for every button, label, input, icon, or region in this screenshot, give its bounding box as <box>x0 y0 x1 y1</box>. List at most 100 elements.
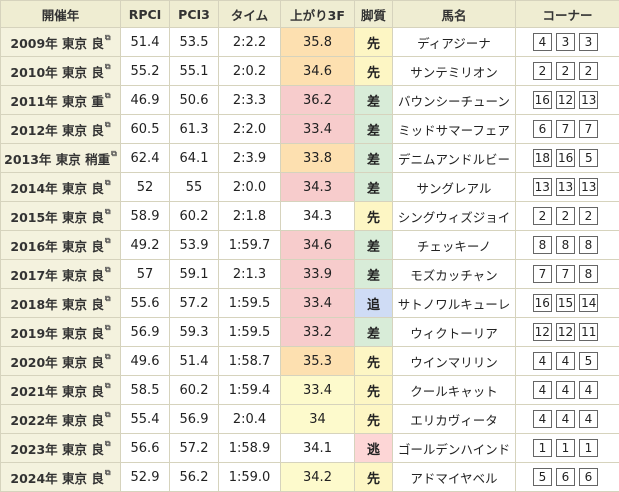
year-label[interactable]: 2020年 東京 良 <box>10 355 104 370</box>
corner-position-2: 15 <box>556 294 575 312</box>
time-cell: 1:59.4 <box>219 376 281 405</box>
external-link-icon[interactable]: ⧉ <box>105 178 111 187</box>
pci3-cell: 55 <box>170 173 219 202</box>
rpci-cell: 58.9 <box>121 202 170 231</box>
running-style-cell: 先 <box>355 57 393 86</box>
header-horse-name[interactable]: 馬名 <box>393 1 516 28</box>
external-link-icon[interactable]: ⧉ <box>105 468 111 477</box>
external-link-icon[interactable]: ⧉ <box>105 323 111 332</box>
external-link-icon[interactable]: ⧉ <box>105 265 111 274</box>
table-row: 2014年 東京 良⧉ 52 55 2:0.0 34.3 差 サングレアル 13… <box>1 173 619 202</box>
year-cell[interactable]: 2015年 東京 良⧉ <box>1 202 121 231</box>
year-cell[interactable]: 2016年 東京 良⧉ <box>1 231 121 260</box>
header-running-style[interactable]: 脚質 <box>355 1 393 28</box>
external-link-icon[interactable]: ⧉ <box>105 439 111 448</box>
header-agari[interactable]: 上がり3F <box>281 1 355 28</box>
year-cell[interactable]: 2022年 東京 良⧉ <box>1 405 121 434</box>
header-time[interactable]: タイム <box>219 1 281 28</box>
agari-cell: 33.9 <box>281 260 355 289</box>
header-rpci[interactable]: RPCI <box>121 1 170 28</box>
external-link-icon[interactable]: ⧉ <box>105 91 111 100</box>
year-label[interactable]: 2009年 東京 良 <box>10 36 104 51</box>
agari-cell: 34.3 <box>281 202 355 231</box>
corner-cell: 161514 <box>516 289 619 318</box>
pci3-cell: 64.1 <box>170 144 219 173</box>
year-cell[interactable]: 2018年 東京 良⧉ <box>1 289 121 318</box>
year-cell[interactable]: 2017年 東京 良⧉ <box>1 260 121 289</box>
agari-cell: 34.6 <box>281 231 355 260</box>
header-year[interactable]: 開催年 <box>1 1 121 28</box>
corner-position-2: 2 <box>556 207 575 225</box>
running-style-cell: 先 <box>355 405 393 434</box>
corner-position-1: 12 <box>533 323 552 341</box>
external-link-icon[interactable]: ⧉ <box>105 33 111 42</box>
year-label[interactable]: 2024年 東京 良 <box>10 471 104 486</box>
corner-position-3: 11 <box>579 323 598 341</box>
corner-cell: 566 <box>516 463 619 492</box>
corner-cell: 111 <box>516 434 619 463</box>
external-link-icon[interactable]: ⧉ <box>105 410 111 419</box>
rpci-cell: 51.4 <box>121 28 170 57</box>
table-row: 2013年 東京 稍重⧉ 62.4 64.1 2:3.9 33.8 差 デニムア… <box>1 144 619 173</box>
header-pci3[interactable]: PCI3 <box>170 1 219 28</box>
corner-position-2: 4 <box>556 381 575 399</box>
year-cell[interactable]: 2010年 東京 良⧉ <box>1 57 121 86</box>
table-row: 2012年 東京 良⧉ 60.5 61.3 2:2.0 33.4 差 ミッドサマ… <box>1 115 619 144</box>
external-link-icon[interactable]: ⧉ <box>111 149 117 158</box>
rpci-cell: 55.6 <box>121 289 170 318</box>
year-label[interactable]: 2012年 東京 良 <box>10 123 104 138</box>
year-cell[interactable]: 2014年 東京 良⧉ <box>1 173 121 202</box>
year-cell[interactable]: 2013年 東京 稍重⧉ <box>1 144 121 173</box>
year-cell[interactable]: 2024年 東京 良⧉ <box>1 463 121 492</box>
year-label[interactable]: 2019年 東京 良 <box>10 326 104 341</box>
external-link-icon[interactable]: ⧉ <box>105 236 111 245</box>
year-label[interactable]: 2014年 東京 良 <box>10 181 104 196</box>
table-row: 2018年 東京 良⧉ 55.6 57.2 1:59.5 33.4 追 サトノワ… <box>1 289 619 318</box>
external-link-icon[interactable]: ⧉ <box>105 381 111 390</box>
corner-position-1: 2 <box>533 207 552 225</box>
external-link-icon[interactable]: ⧉ <box>105 207 111 216</box>
agari-cell: 34.6 <box>281 57 355 86</box>
year-label[interactable]: 2010年 東京 良 <box>10 65 104 80</box>
time-cell: 2:0.0 <box>219 173 281 202</box>
corner-cell: 222 <box>516 57 619 86</box>
running-style-cell: 先 <box>355 202 393 231</box>
year-cell[interactable]: 2012年 東京 良⧉ <box>1 115 121 144</box>
year-cell[interactable]: 2019年 東京 良⧉ <box>1 318 121 347</box>
header-corner[interactable]: コーナー <box>516 1 619 28</box>
year-label[interactable]: 2021年 東京 良 <box>10 384 104 399</box>
corner-position-2: 16 <box>556 149 575 167</box>
external-link-icon[interactable]: ⧉ <box>105 352 111 361</box>
pci3-cell: 56.9 <box>170 405 219 434</box>
year-label[interactable]: 2015年 東京 良 <box>10 210 104 225</box>
table-row: 2024年 東京 良⧉ 52.9 56.2 1:59.0 34.2 先 アドマイ… <box>1 463 619 492</box>
running-style-cell: 先 <box>355 28 393 57</box>
year-label[interactable]: 2018年 東京 良 <box>10 297 104 312</box>
rpci-cell: 62.4 <box>121 144 170 173</box>
corner-position-2: 1 <box>556 439 575 457</box>
year-label[interactable]: 2017年 東京 良 <box>10 268 104 283</box>
corner-position-3: 5 <box>579 352 598 370</box>
external-link-icon[interactable]: ⧉ <box>105 120 111 129</box>
year-cell[interactable]: 2020年 東京 良⧉ <box>1 347 121 376</box>
pci3-cell: 56.2 <box>170 463 219 492</box>
year-label[interactable]: 2011年 東京 重 <box>10 94 104 109</box>
year-cell[interactable]: 2009年 東京 良⧉ <box>1 28 121 57</box>
corner-position-2: 12 <box>556 91 575 109</box>
time-cell: 2:3.9 <box>219 144 281 173</box>
corner-cell: 778 <box>516 260 619 289</box>
external-link-icon[interactable]: ⧉ <box>105 294 111 303</box>
running-style-cell: 追 <box>355 289 393 318</box>
year-cell[interactable]: 2011年 東京 重⧉ <box>1 86 121 115</box>
external-link-icon[interactable]: ⧉ <box>105 62 111 71</box>
year-cell[interactable]: 2021年 東京 良⧉ <box>1 376 121 405</box>
year-label[interactable]: 2022年 東京 良 <box>10 413 104 428</box>
corner-position-1: 16 <box>533 91 552 109</box>
year-cell[interactable]: 2023年 東京 良⧉ <box>1 434 121 463</box>
year-label[interactable]: 2023年 東京 良 <box>10 442 104 457</box>
corner-position-3: 4 <box>579 410 598 428</box>
year-label[interactable]: 2013年 東京 稍重 <box>4 152 110 167</box>
year-label[interactable]: 2016年 東京 良 <box>10 239 104 254</box>
horse-name-cell: ミッドサマーフェア <box>393 115 516 144</box>
table-row: 2016年 東京 良⧉ 49.2 53.9 1:59.7 34.6 差 チェッキ… <box>1 231 619 260</box>
